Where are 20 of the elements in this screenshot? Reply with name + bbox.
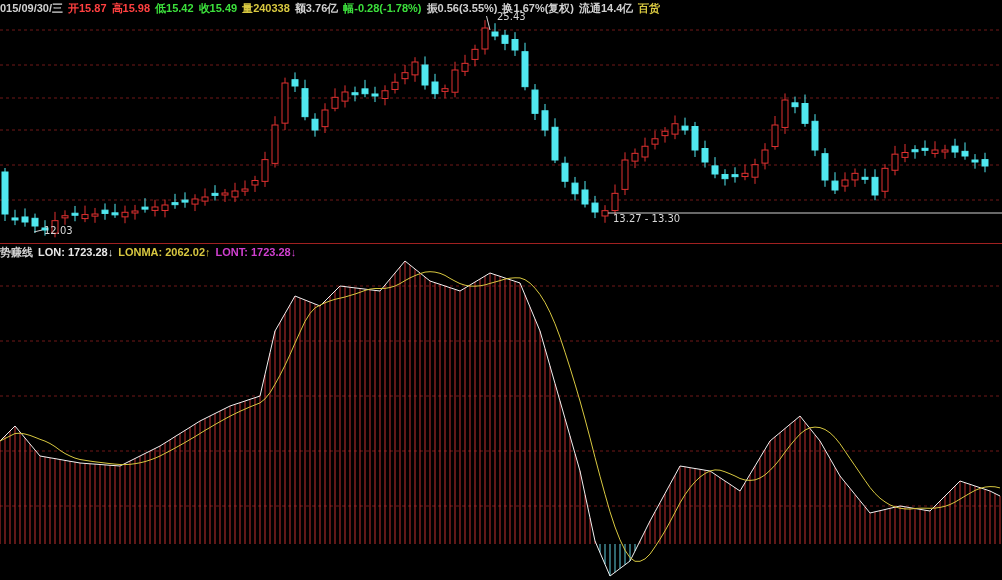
sector-label: 百货 xyxy=(638,1,661,16)
leader-line xyxy=(33,229,43,233)
price-range-label: 13.27 - 13.30 xyxy=(613,213,681,224)
quote-value: 开15.87 xyxy=(68,1,107,16)
indicator-name: 势赚线 xyxy=(0,245,33,260)
indicator-value: LONMA: 2062.02↑ xyxy=(118,246,211,258)
quote-value: 低15.42 xyxy=(155,1,194,16)
date-label: 015/09/30/三 xyxy=(0,1,63,16)
quote-value: 收15.49 xyxy=(198,1,238,16)
high-price-label: 25.43 xyxy=(497,11,526,22)
indicator-value: LONT: 1723.28↓ xyxy=(215,246,297,258)
quote-value: 额3.76亿 xyxy=(294,1,339,16)
quote-value: 高15.98 xyxy=(111,1,151,16)
quote-value: 流通14.4亿 xyxy=(579,1,634,16)
leader-line xyxy=(485,13,491,31)
indicator-value: LON: 1723.28↓ xyxy=(38,246,114,258)
quote-value: 振0.56(3.55%) xyxy=(426,1,498,16)
quote-value: 量240338 xyxy=(242,1,290,16)
low-price-label: 12.03 xyxy=(44,225,73,236)
quote-value: 幅-0.28(-1.78%) xyxy=(343,1,422,16)
